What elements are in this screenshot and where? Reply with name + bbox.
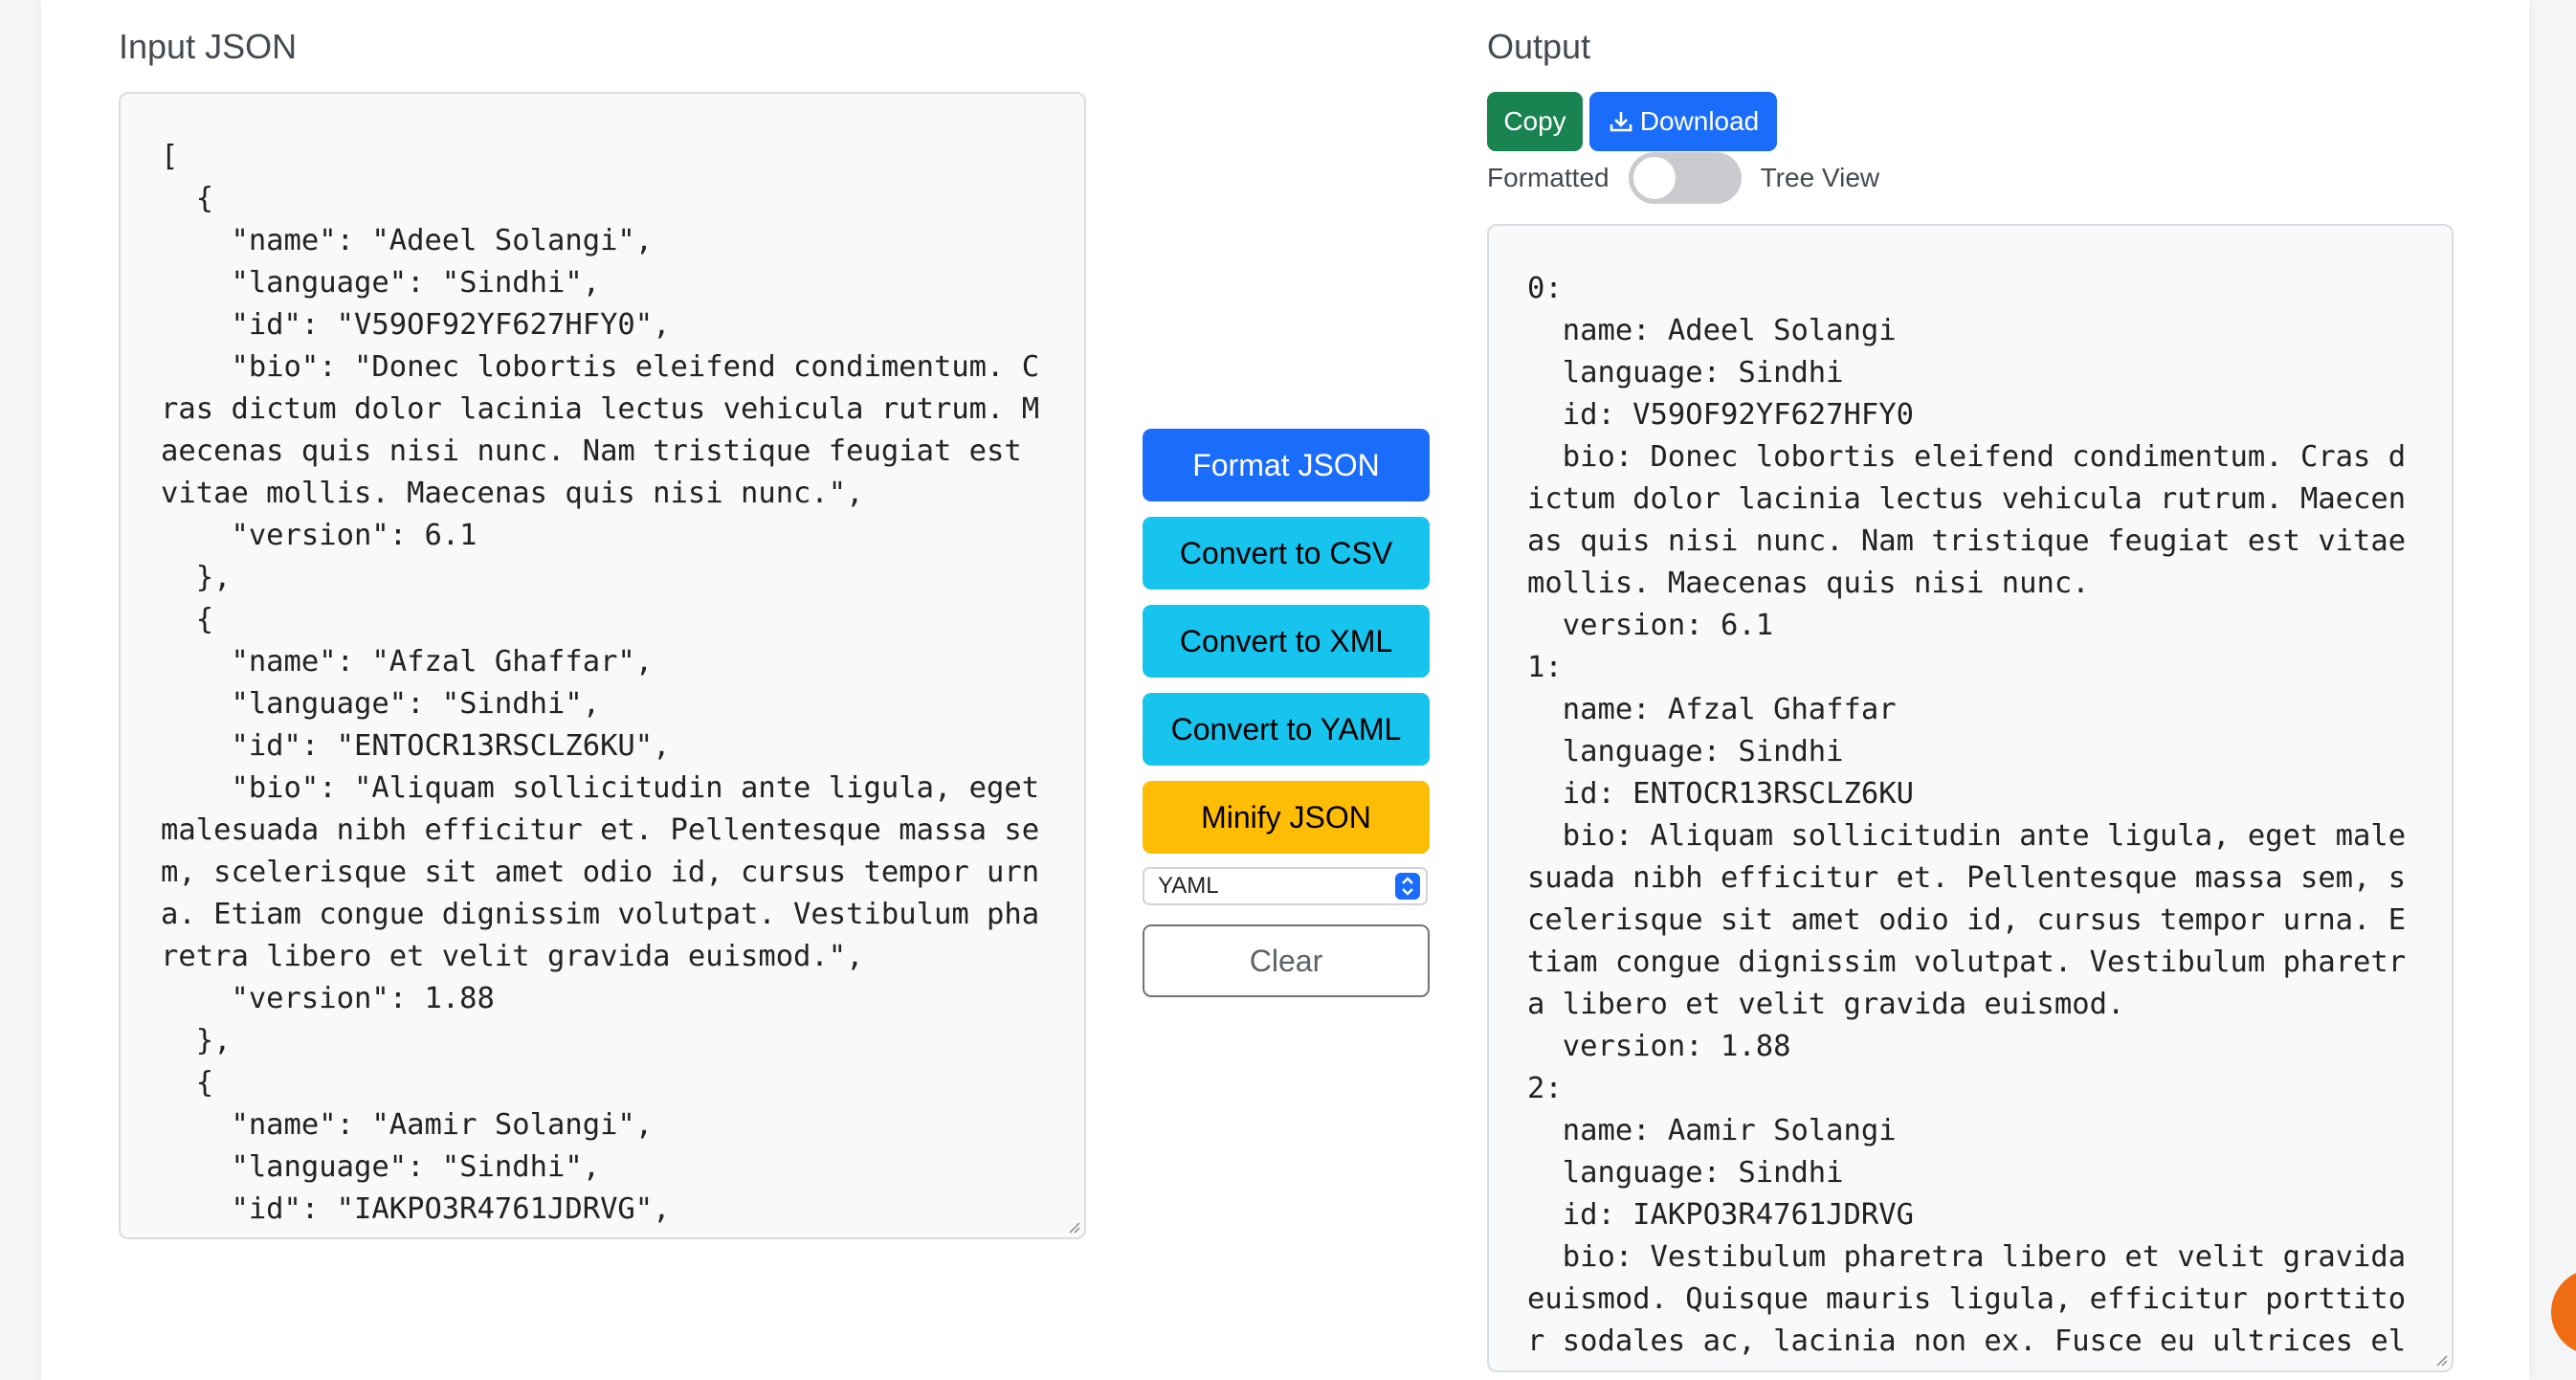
convert-to-yaml-button[interactable]: Convert to YAML — [1143, 693, 1430, 766]
convert-to-xml-button[interactable]: Convert to XML — [1143, 605, 1430, 678]
clear-button[interactable]: Clear — [1143, 924, 1430, 997]
resize-handle-icon[interactable] — [1067, 1220, 1080, 1234]
output-panel[interactable]: 0: name: Adeel Solangi language: Sindhi … — [1487, 224, 2454, 1372]
copy-button[interactable]: Copy — [1487, 92, 1583, 151]
json-input-textarea[interactable]: [ { "name": "Adeel Solangi", "language":… — [119, 92, 1086, 1239]
view-toggle-switch[interactable] — [1628, 152, 1742, 204]
view-toggle-row: Formatted Tree View — [1487, 151, 1879, 205]
formatted-label: Formatted — [1487, 163, 1610, 192]
tree-view-label: Tree View — [1760, 163, 1880, 192]
input-label: Input JSON — [119, 27, 298, 66]
switch-knob — [1632, 157, 1676, 199]
download-label: Download — [1639, 106, 1760, 136]
resize-handle-icon[interactable] — [2434, 1353, 2448, 1367]
output-format-value: YAML — [1158, 873, 1219, 899]
download-icon — [1610, 112, 1632, 132]
json-input-text: [ { "name": "Adeel Solangi", "language":… — [161, 140, 1040, 1237]
format-json-button[interactable]: Format JSON — [1143, 429, 1430, 501]
download-button[interactable]: Download — [1589, 92, 1777, 151]
output-label: Output — [1487, 27, 1591, 66]
convert-to-csv-button[interactable]: Convert to CSV — [1143, 517, 1430, 590]
chevron-up-down-icon — [1395, 873, 1420, 900]
output-text: 0: name: Adeel Solangi language: Sindhi … — [1527, 272, 2407, 1370]
minify-json-button[interactable]: Minify JSON — [1143, 781, 1430, 854]
floating-action-button[interactable] — [2551, 1269, 2576, 1355]
output-format-select[interactable]: YAML — [1143, 867, 1428, 905]
